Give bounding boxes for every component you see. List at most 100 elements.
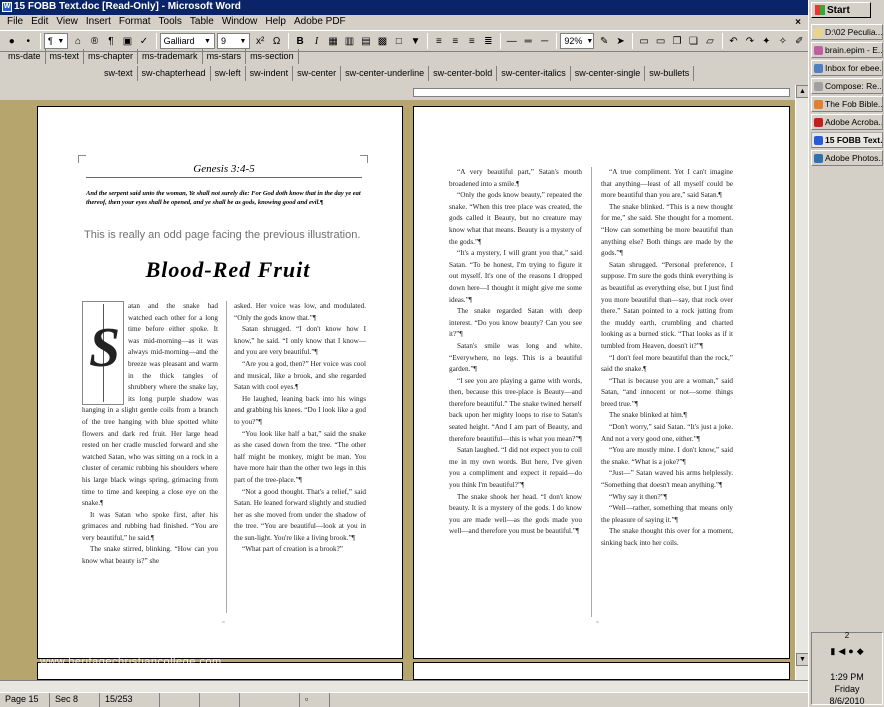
page-next-right[interactable] — [413, 662, 790, 680]
task-button[interactable]: Compose: Re... — [811, 78, 883, 94]
antivirus-icon[interactable]: ◆ — [857, 646, 864, 657]
page-right[interactable]: “A very beautiful part,” Satan's mouth b… — [413, 106, 790, 659]
security-icon[interactable]: ● — [848, 646, 853, 657]
paragraph: “It's a mystery, I will grant you that,”… — [449, 249, 582, 304]
task-button[interactable]: The Fob Bible... — [811, 96, 883, 112]
line-icon[interactable]: — — [504, 33, 519, 50]
macro-ms-stars[interactable]: ms-stars — [203, 49, 247, 64]
font-size-combo[interactable]: 9 ▼ — [216, 33, 251, 49]
highlight-icon[interactable]: ✎ — [596, 33, 611, 50]
task-button[interactable]: Inbox for ebee... — [811, 60, 883, 76]
justify-icon[interactable]: ≣ — [481, 33, 496, 50]
redo-icon[interactable]: ↷ — [742, 33, 757, 50]
chapter-title: Blood-Red Fruit — [145, 257, 311, 282]
vertical-scrollbar[interactable]: ▲ ▼ — [795, 85, 809, 680]
macro-sw-center-bold[interactable]: sw-center-bold — [429, 66, 498, 81]
table-icon[interactable]: ▦ — [325, 33, 340, 50]
volume-icon[interactable]: ◀ — [838, 646, 845, 657]
macro-sw-text[interactable]: sw-text — [100, 66, 138, 81]
task-button[interactable]: D:\02 Peculia... — [811, 24, 883, 40]
menu-tools[interactable]: Tools — [156, 15, 185, 30]
title-bar[interactable]: W 15 FOBB Text.doc [Read-Only] - Microso… — [0, 0, 808, 15]
macro-ms-trademark[interactable]: ms-trademark — [138, 49, 203, 64]
menu-table[interactable]: Table — [187, 15, 217, 30]
double-line-icon[interactable]: ═ — [520, 33, 535, 50]
copy-icon[interactable]: ❐ — [669, 33, 684, 50]
task-button[interactable]: brain.epim - E... — [811, 42, 883, 58]
page-left[interactable]: Genesis 3:4-5 And the serpent said unto … — [37, 106, 403, 659]
macro-sw-left[interactable]: sw-left — [211, 66, 246, 81]
word-icon: W — [2, 2, 12, 12]
align-center-icon[interactable]: ≡ — [448, 33, 463, 50]
horizontal-ruler[interactable] — [0, 85, 808, 100]
macro-sw-center-single[interactable]: sw-center-single — [571, 66, 646, 81]
spell-status-icon[interactable]: ▫ — [300, 693, 330, 707]
italic-icon[interactable]: I — [309, 33, 324, 50]
omega-icon[interactable]: Ω — [269, 33, 284, 50]
paragraph-icon[interactable]: ¶ — [103, 33, 118, 50]
network-icon[interactable]: ▮ — [830, 646, 835, 657]
paragraph: Satan shrugged. “Personal preference, I … — [601, 260, 733, 350]
menu-adobe-pdf[interactable]: Adobe PDF — [291, 15, 349, 30]
align-right-icon[interactable]: ≡ — [464, 33, 479, 50]
menu-view[interactable]: View — [53, 15, 81, 30]
page2-column-2: “A true compliment. Yet I can't imagine … — [601, 167, 733, 617]
macro-sw-center-italics[interactable]: sw-center-italics — [497, 66, 571, 81]
paste-icon[interactable]: ❏ — [686, 33, 701, 50]
macro-ms-date[interactable]: ms-date — [4, 49, 46, 64]
task-button[interactable]: Adobe Acroba... — [811, 114, 883, 130]
abc-icon[interactable]: ® — [87, 33, 102, 50]
undo-icon[interactable]: ↶ — [726, 33, 741, 50]
bold-icon[interactable]: B — [292, 33, 307, 50]
menu-insert[interactable]: Insert — [83, 15, 114, 30]
menu-window[interactable]: Window — [219, 15, 261, 30]
format-painter-icon[interactable]: ▱ — [702, 33, 717, 50]
review-icon[interactable]: ✧ — [775, 33, 790, 50]
macro-sw-center[interactable]: sw-center — [293, 66, 342, 81]
save-icon[interactable]: ▣ — [120, 33, 135, 50]
superscript-icon[interactable]: x² — [252, 33, 267, 50]
menu-format[interactable]: Format — [116, 15, 154, 30]
font-combo[interactable]: Galliard ▼ — [159, 33, 215, 49]
paragraph: “Are you a god, then?” Her voice was coo… — [234, 359, 366, 392]
macro-sw-bullets[interactable]: sw-bullets — [645, 66, 695, 81]
track-icon[interactable]: ✦ — [759, 33, 774, 50]
zoom-combo[interactable]: 92% ▼ — [560, 33, 595, 49]
menu-help[interactable]: Help — [262, 15, 289, 30]
folder-icon[interactable]: ▭ — [636, 33, 651, 50]
spell-icon[interactable]: ✓ — [136, 33, 151, 50]
macro-toolbar-2: sw-text sw-chapterhead sw-left sw-indent… — [0, 65, 808, 82]
align-left-icon[interactable]: ≡ — [431, 33, 446, 50]
insert-icon[interactable]: ▤ — [358, 33, 373, 50]
columns-icon[interactable]: ▥ — [342, 33, 357, 50]
arrow-icon[interactable]: ➤ — [613, 33, 628, 50]
clock[interactable]: 1:29 PM Friday 8/6/2010 — [812, 671, 882, 707]
comment-icon[interactable]: ✐ — [792, 33, 807, 50]
page1-column-2: asked. Her voice was low, and modulated.… — [234, 301, 366, 613]
macro-sw-center-underline[interactable]: sw-center-underline — [341, 66, 430, 81]
menu-file[interactable]: File — [4, 15, 26, 30]
start-button[interactable]: Start — [811, 2, 871, 18]
dot-icon[interactable]: • — [20, 33, 35, 50]
macro-ms-text[interactable]: ms-text — [46, 49, 85, 64]
macro-sw-indent[interactable]: sw-indent — [246, 66, 294, 81]
paragraph: He laughed, leaning back into his wings … — [234, 394, 366, 426]
macro-icon[interactable]: ⌂ — [70, 33, 85, 50]
macro-ms-chapter[interactable]: ms-chapter — [84, 49, 139, 64]
macro-sw-chapterhead[interactable]: sw-chapterhead — [138, 66, 211, 81]
task-button-active[interactable]: 15 FOBB Text... — [811, 132, 883, 148]
picture-icon[interactable]: ▩ — [375, 33, 390, 50]
section-mark-icon: ▫ — [222, 619, 225, 626]
bullet-icon[interactable]: ● — [4, 33, 19, 50]
drop-icon[interactable]: ▼ — [408, 33, 423, 50]
close-document-button[interactable]: × — [792, 16, 804, 29]
macro-ms-section[interactable]: ms-section — [246, 49, 299, 64]
rule-icon[interactable]: ─ — [537, 33, 552, 50]
style-combo[interactable]: ¶ ▼ — [43, 33, 69, 49]
firefox-icon — [814, 100, 823, 109]
menu-edit[interactable]: Edit — [28, 15, 51, 30]
task-button[interactable]: Adobe Photos... — [811, 150, 883, 166]
open-icon[interactable]: ▭ — [653, 33, 668, 50]
horizontal-scrollbar[interactable] — [0, 680, 808, 692]
border-icon[interactable]: □ — [391, 33, 406, 50]
